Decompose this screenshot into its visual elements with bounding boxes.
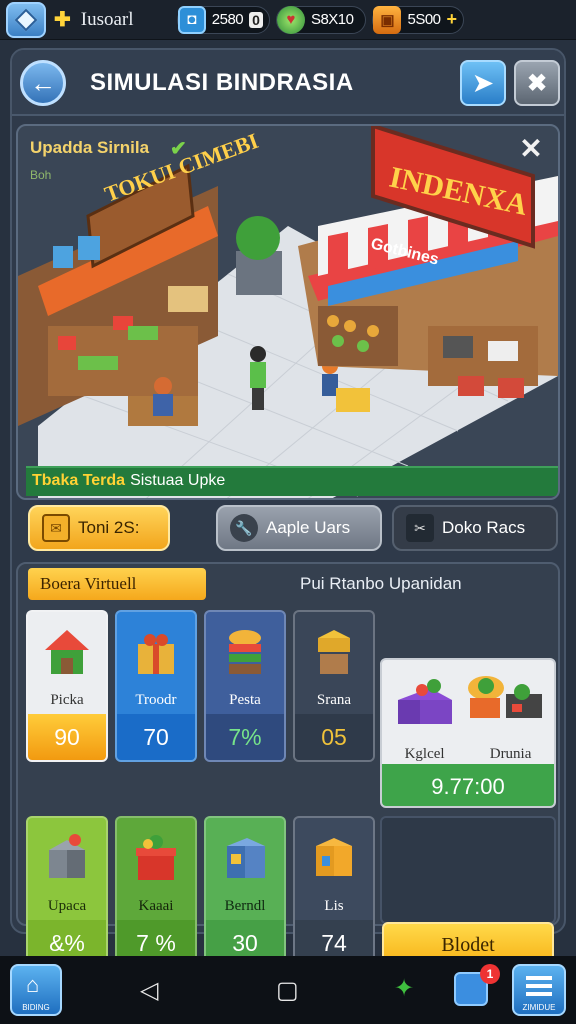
shop-panel: Boera Virtuell Pui Rtanbo Upanidan Picka… — [16, 562, 560, 968]
home-nav-icon[interactable]: ▢ — [276, 976, 299, 1005]
gems-counter[interactable]: ♥ S8X10 — [275, 5, 367, 34]
item-card[interactable]: Pesta 7% — [204, 610, 286, 762]
item-card[interactable]: Berndl 30 — [204, 816, 286, 968]
item-label: Picka — [50, 692, 84, 708]
left-shop — [18, 163, 218, 426]
scene-banner: Tbaka Terda Sistuaa Upke — [26, 466, 558, 496]
featured-label-1: Kglcel — [404, 746, 445, 762]
banner-highlight: Tbaka Terda — [32, 472, 126, 489]
item-card[interactable]: Picka 90 — [26, 610, 108, 762]
send-icon: ➤ — [472, 69, 494, 97]
item-label: Upaca — [47, 898, 87, 914]
close-icon: ✖ — [526, 69, 548, 97]
main-panel: ← SIMULASI BINDRASIA ➤ ✖ TOKUI CIMEBI IN… — [10, 48, 566, 968]
menu-label: ZIMIDUE — [522, 1003, 556, 1012]
home-button[interactable]: ⌂ BIDING — [10, 964, 62, 1016]
item-value: 70 — [117, 714, 195, 760]
back-nav-icon[interactable]: ◁ — [140, 976, 158, 1005]
status-bar: ✚ Iusoarl ◘ 2580 0 ♥ S8X10 ▣ 5S00 + — [0, 0, 576, 40]
item-card[interactable]: Troodr 70 — [115, 610, 197, 762]
diamond-icon — [14, 8, 38, 31]
market-scene[interactable]: TOKUI CIMEBI INDENXA Gotbines Upadda Sir… — [16, 124, 560, 500]
item-label: Srana — [316, 692, 352, 708]
item-value: 7% — [206, 714, 284, 760]
menu-button[interactable]: ZIMIDUE — [512, 964, 566, 1016]
gifts-counter[interactable]: ▣ 5S00 + — [372, 5, 465, 34]
item-label: Pesta — [229, 692, 261, 708]
cube-icon — [295, 818, 373, 898]
food-tray-icon — [398, 676, 542, 724]
doko-racs-button[interactable]: ✂ Doko Racs — [392, 505, 558, 551]
item-card[interactable]: Lis 74 — [293, 816, 375, 968]
home-icon: ⌂ — [26, 972, 40, 997]
item-value: 90 — [28, 714, 106, 760]
coins-value: 2580 — [211, 11, 244, 28]
featured-label-2: Drunia — [489, 746, 532, 762]
tools-icon: ✂ — [406, 514, 434, 542]
gift-box-icon: ▣ — [373, 5, 402, 34]
header: ← SIMULASI BINDRASIA ➤ ✖ — [12, 50, 564, 116]
add-gifts-icon[interactable]: + — [447, 9, 458, 30]
scene-close-icon: ✕ — [519, 133, 543, 164]
star-plus-icon[interactable]: ✚ — [54, 7, 71, 32]
scene-close-button[interactable]: ✕ — [516, 134, 546, 164]
back-arrow-icon: ← — [30, 67, 56, 98]
tab-boera-virtuell[interactable]: Boera Virtuell — [28, 568, 206, 600]
box-stack-icon — [295, 612, 373, 692]
page-title: SIMULASI BINDRASIA — [90, 69, 354, 96]
item-label: Lis — [324, 898, 344, 914]
check-icon: ✔ — [170, 138, 187, 160]
present-icon — [28, 818, 106, 898]
bottom-navigation: ⌂ BIDING ◁ ▢ ✦ 1 ZIMIDUE — [0, 956, 576, 1024]
leaf-icon[interactable]: ✦ — [394, 974, 424, 1004]
item-label: Troodr — [135, 692, 177, 708]
notification-badge: 1 — [480, 964, 500, 984]
close-button[interactable]: ✖ — [514, 60, 560, 106]
house-icon — [28, 612, 106, 692]
share-button[interactable]: ➤ — [460, 60, 506, 106]
banner-text: Sistuaa Upke — [130, 472, 226, 489]
doko-racs-label: Doko Racs — [442, 518, 526, 537]
featured-item-card[interactable]: Kglcel Drunia 9.77:00 — [380, 658, 556, 808]
menu-icon — [526, 976, 552, 996]
home-label: BIDING — [22, 1003, 50, 1012]
aaple-uars-label: Aaple Uars — [266, 518, 351, 537]
coins-extra: 0 — [249, 11, 263, 28]
coin-icon: ◘ — [177, 5, 206, 34]
crate-icon — [206, 818, 284, 898]
item-label: Berndl — [224, 898, 266, 914]
red-gift-icon — [117, 818, 195, 898]
coins-counter[interactable]: ◘ 2580 0 — [176, 5, 270, 34]
gifts-value: 5S00 — [407, 11, 441, 28]
featured-price: 9.77:00 — [382, 764, 554, 806]
user-name: Iusoarl — [80, 8, 134, 30]
aaple-uars-button[interactable]: 🔧 Aaple Uars — [216, 505, 382, 551]
scene-subtitle: Boh — [30, 168, 52, 182]
tab-upanidan[interactable]: Pui Rtanbo Upanidan — [300, 574, 462, 594]
toni-button[interactable]: ✉ Toni 2S: — [28, 505, 170, 551]
item-label: Kaaai — [138, 898, 174, 914]
item-card[interactable]: Kaaai 7 % — [115, 816, 197, 968]
wrench-icon: 🔧 — [230, 514, 258, 542]
item-card[interactable]: Srana 05 — [293, 610, 375, 762]
toni-button-label: Toni 2S: — [78, 518, 140, 537]
item-value: 05 — [295, 714, 373, 760]
scene-title: Upadda Sirnila — [30, 138, 150, 157]
scene-illustration: TOKUI CIMEBI INDENXA Gotbines — [18, 126, 558, 498]
burger-stack-icon — [206, 612, 284, 692]
gift-icon — [117, 612, 195, 692]
gem-shop-button[interactable] — [6, 1, 46, 38]
envelope-icon: ✉ — [42, 514, 70, 542]
heart-gem-icon: ♥ — [276, 5, 305, 34]
back-button[interactable]: ← — [20, 60, 66, 106]
empty-slot — [380, 816, 556, 924]
gems-value: S8X10 — [310, 11, 354, 28]
item-card[interactable]: Upaca &% — [26, 816, 108, 968]
